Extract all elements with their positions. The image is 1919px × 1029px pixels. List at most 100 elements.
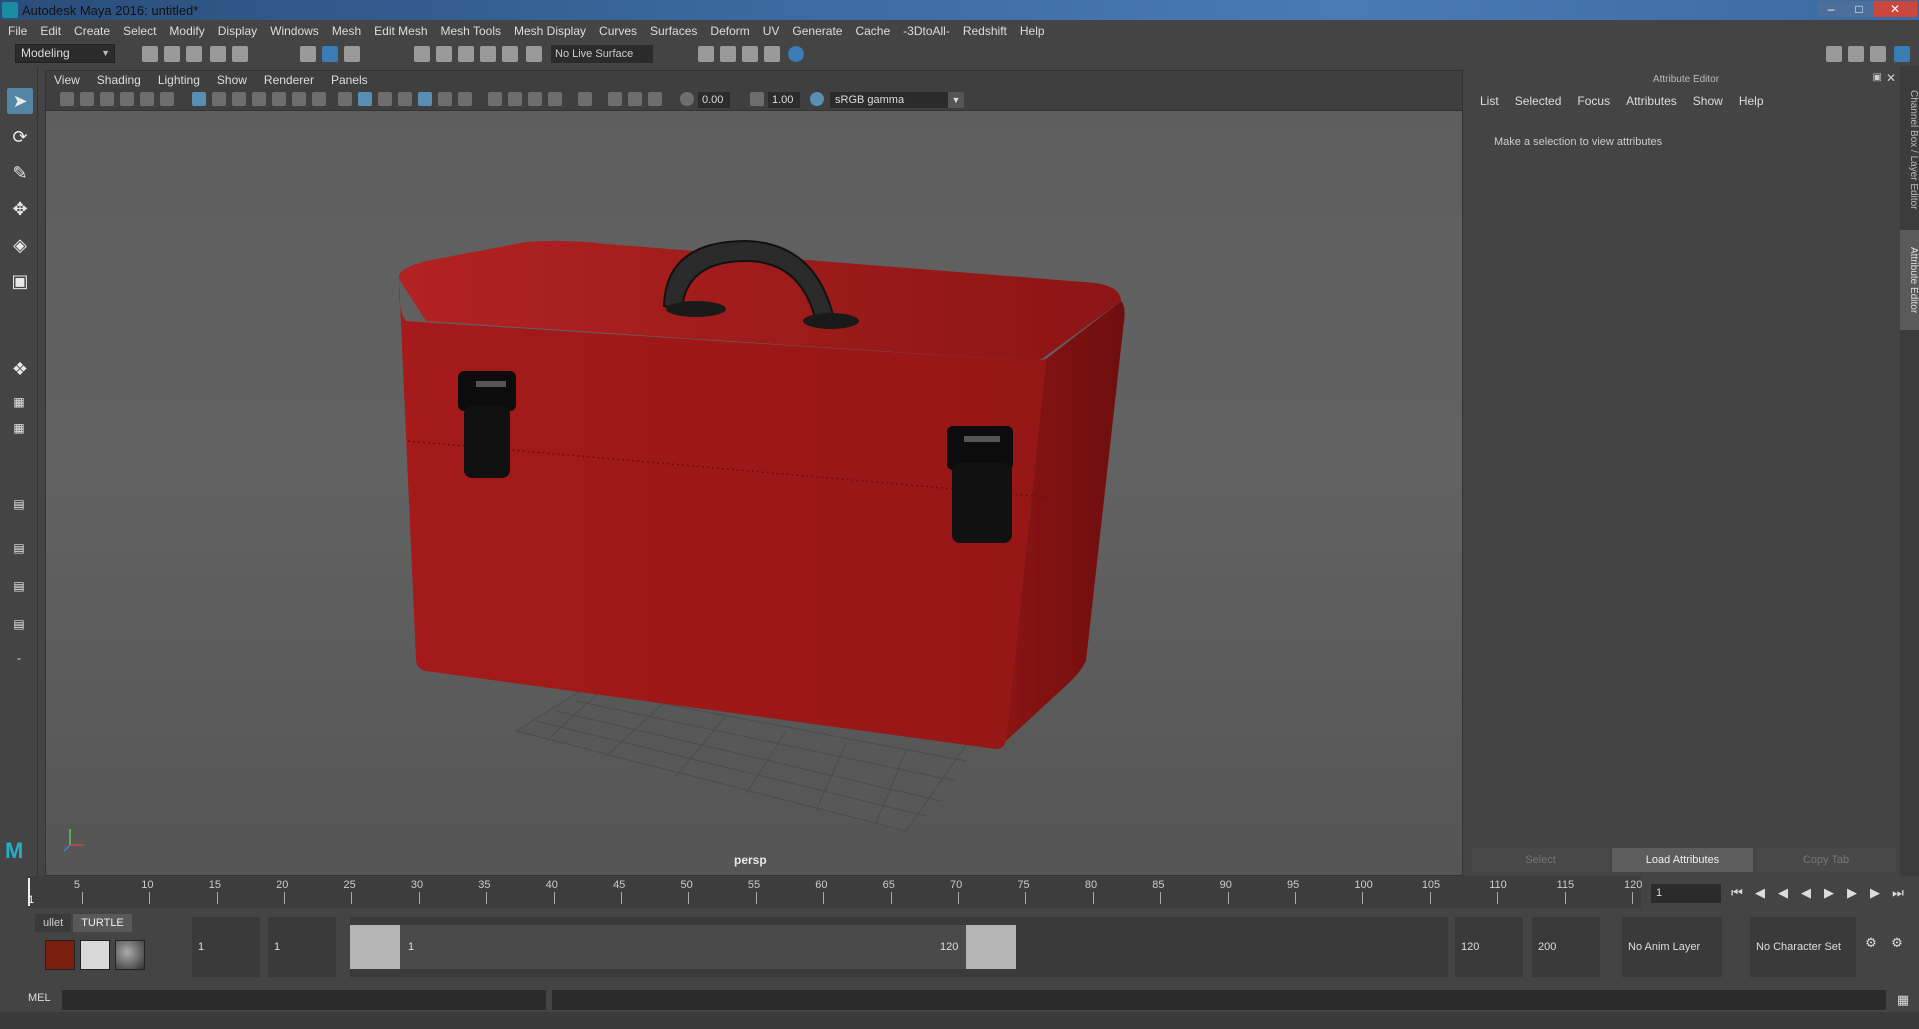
menu-create[interactable]: Create (74, 24, 110, 38)
viewport-menu-view[interactable]: View (54, 73, 80, 87)
layout-menu-button[interactable]: - (7, 648, 31, 668)
smooth-shade-icon[interactable] (358, 92, 372, 106)
image-plane-icon[interactable] (120, 92, 134, 106)
menu-surfaces[interactable]: Surfaces (650, 24, 697, 38)
grease-pencil-icon[interactable] (160, 92, 174, 106)
hypershade-icon[interactable] (788, 46, 804, 62)
camera-tools-icon[interactable] (80, 92, 94, 106)
menu-display[interactable]: Display (218, 24, 257, 38)
snap-view-plane-icon[interactable] (480, 46, 496, 62)
menu-modify[interactable]: Modify (169, 24, 204, 38)
attr-menu-show[interactable]: Show (1693, 94, 1723, 108)
xray-joints-icon[interactable] (648, 92, 662, 106)
range-end-handle[interactable] (966, 925, 1016, 969)
select-button[interactable]: Select (1472, 848, 1609, 872)
snap-surface-icon[interactable] (502, 46, 518, 62)
range-slider[interactable]: 1 120 (350, 917, 1448, 977)
step-forward-key-icon[interactable]: ▶ (1843, 884, 1861, 902)
safe-title-icon[interactable] (312, 92, 326, 106)
last-tool[interactable]: ❖ (7, 356, 33, 382)
screen-space-ao-icon[interactable] (488, 92, 502, 106)
menu-select[interactable]: Select (123, 24, 156, 38)
field-chart-icon[interactable] (272, 92, 286, 106)
viewport-menu-shading[interactable]: Shading (97, 73, 141, 87)
gamma-icon[interactable] (750, 92, 764, 106)
channel-box-toggle-icon[interactable] (1894, 46, 1910, 62)
play-forwards-icon[interactable]: ▶ (1820, 884, 1838, 902)
scale-tool[interactable]: ▣ (7, 268, 33, 294)
paint-select-tool[interactable]: ✎ (7, 160, 33, 186)
xray-icon[interactable] (608, 92, 622, 106)
end-time-field[interactable]: 200 (1532, 917, 1600, 977)
select-tool[interactable]: ➤ (7, 88, 33, 114)
move-tool[interactable]: ✥ (7, 196, 33, 222)
exposure-field[interactable]: 0.00 (698, 92, 730, 108)
shelf-tab-turtle[interactable]: TURTLE (73, 914, 132, 932)
render-setup-shelf-icon[interactable] (80, 940, 110, 970)
step-forward-frame-icon[interactable]: ▶ (1866, 884, 1884, 902)
menu-mesh[interactable]: Mesh (332, 24, 361, 38)
animation-preferences-icon[interactable]: ⚙ (1888, 934, 1906, 952)
character-set-dropdown[interactable]: No Character Set (1750, 917, 1856, 977)
select-object-icon[interactable] (322, 46, 338, 62)
menu-file[interactable]: File (8, 24, 27, 38)
select-component-icon[interactable] (344, 46, 360, 62)
2d-pan-zoom-icon[interactable] (140, 92, 154, 106)
playback-end-field[interactable]: 120 (1455, 917, 1523, 977)
attr-menu-list[interactable]: List (1480, 94, 1499, 108)
attr-menu-selected[interactable]: Selected (1515, 94, 1562, 108)
layout-side-button[interactable]: ▤ (7, 494, 31, 514)
menu-3dtoall[interactable]: -3DtoAll- (903, 24, 950, 38)
menu-generate[interactable]: Generate (792, 24, 842, 38)
menu-windows[interactable]: Windows (270, 24, 319, 38)
xray-active-icon[interactable] (628, 92, 642, 106)
auto-key-icon[interactable]: ⚙ (1862, 934, 1880, 952)
camera-attributes-icon[interactable] (60, 92, 74, 106)
view-transform-dropdown[interactable]: sRGB gamma ▼ (830, 92, 964, 108)
range-start-handle[interactable] (350, 925, 400, 969)
close-icon[interactable]: ✕ (1886, 71, 1896, 85)
bookmark-icon[interactable] (100, 92, 114, 106)
safe-action-icon[interactable] (292, 92, 306, 106)
viewport-menu-renderer[interactable]: Renderer (264, 73, 314, 87)
layout-custom-button[interactable]: ▤ (7, 614, 31, 634)
default-material-icon[interactable] (378, 92, 392, 106)
command-language-label[interactable]: MEL (28, 992, 51, 1004)
layout-four-button[interactable]: ▦ (7, 418, 31, 438)
open-scene-icon[interactable] (164, 46, 180, 62)
sphere-shelf-icon[interactable] (115, 940, 145, 970)
copy-tab-button[interactable]: Copy Tab (1756, 848, 1896, 872)
render-current-icon[interactable] (720, 46, 736, 62)
snap-grid-icon[interactable] (414, 46, 430, 62)
menu-mesh-display[interactable]: Mesh Display (514, 24, 586, 38)
tab-channel-box[interactable]: Channel Box / Layer Editor (1900, 76, 1919, 224)
viewport-menu-lighting[interactable]: Lighting (158, 73, 200, 87)
layout-single-button[interactable]: ▦ (7, 392, 31, 412)
motion-blur-icon[interactable] (508, 92, 522, 106)
viewport-menu-show[interactable]: Show (217, 73, 247, 87)
film-gate-icon[interactable] (212, 92, 226, 106)
wireframe-icon[interactable] (338, 92, 352, 106)
layout-outliner-button[interactable]: ▤ (7, 538, 31, 558)
start-time-field[interactable]: 1 (192, 917, 260, 977)
exposure-icon[interactable] (680, 92, 694, 106)
tab-attribute-editor[interactable]: Attribute Editor (1900, 230, 1919, 330)
ipr-render-icon[interactable] (742, 46, 758, 62)
float-panel-icon[interactable]: ▣ (1873, 72, 1882, 83)
depth-of-field-icon[interactable] (548, 92, 562, 106)
save-scene-icon[interactable] (186, 46, 202, 62)
go-to-end-icon[interactable]: ⏭ (1889, 884, 1907, 902)
step-back-key-icon[interactable]: ◀ (1774, 884, 1792, 902)
close-button[interactable]: ✕ (1873, 1, 1917, 17)
command-input[interactable] (62, 990, 546, 1010)
use-all-lights-icon[interactable] (438, 92, 452, 106)
current-frame-field[interactable]: 1 (1651, 884, 1721, 903)
undo-icon[interactable] (210, 46, 226, 62)
resolution-gate-icon[interactable] (232, 92, 246, 106)
anim-layer-dropdown[interactable]: No Anim Layer (1622, 917, 1722, 977)
menu-edit-mesh[interactable]: Edit Mesh (374, 24, 427, 38)
go-to-start-icon[interactable]: ⏮ (1728, 884, 1746, 902)
maximize-button[interactable]: □ (1845, 1, 1873, 17)
attr-menu-focus[interactable]: Focus (1577, 94, 1610, 108)
menu-help[interactable]: Help (1020, 24, 1045, 38)
